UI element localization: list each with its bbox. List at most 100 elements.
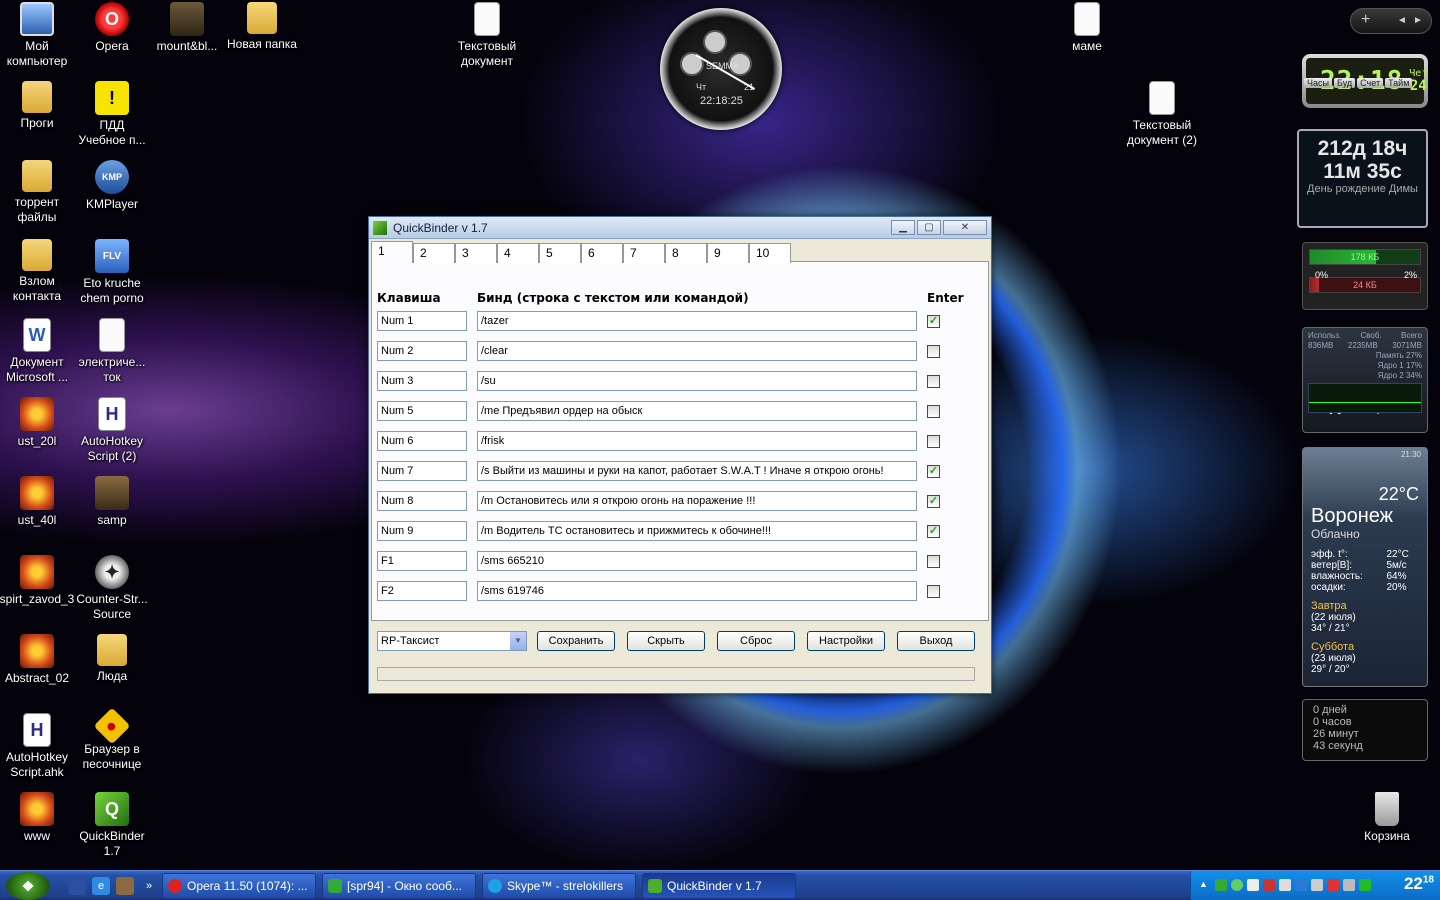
enter-checkbox[interactable]: ✓: [927, 465, 940, 478]
key-field[interactable]: Num 5: [377, 401, 467, 421]
desktop-icon[interactable]: Корзина: [1345, 792, 1429, 844]
language-flag-icon[interactable]: [1327, 879, 1339, 891]
key-field[interactable]: F1: [377, 551, 467, 571]
taskbar-item-chat[interactable]: [spr94] - Окно сооб...: [322, 873, 476, 899]
desktop-icon[interactable]: Текстовый документ (2): [1120, 81, 1204, 148]
chevron-down-icon[interactable]: ▼: [510, 632, 526, 650]
tab-1[interactable]: 1: [371, 241, 413, 263]
desktop-icon[interactable]: Текстовый документ: [445, 2, 529, 69]
quicklaunch-more-icon[interactable]: »: [140, 877, 158, 895]
enter-checkbox[interactable]: [927, 555, 940, 568]
desktop-icon[interactable]: www: [0, 792, 79, 844]
volume-icon[interactable]: [1343, 879, 1355, 891]
tab-7[interactable]: 7: [623, 243, 665, 263]
save-button[interactable]: Сохранить: [537, 631, 615, 651]
clock-tab[interactable]: Часы: [1304, 78, 1332, 88]
enter-checkbox[interactable]: ✓: [927, 315, 940, 328]
minimize-button[interactable]: ▁: [891, 220, 915, 235]
tray-expand-icon[interactable]: ▲: [1199, 879, 1211, 891]
key-field[interactable]: Num 1: [377, 311, 467, 331]
enter-checkbox[interactable]: [927, 405, 940, 418]
settings-button[interactable]: Настройки: [807, 631, 885, 651]
enter-checkbox[interactable]: [927, 345, 940, 358]
taskbar-item-skype[interactable]: Skype™ - strelokillers: [482, 873, 636, 899]
tray-app-icon[interactable]: [1247, 879, 1259, 891]
game-icon[interactable]: [116, 877, 134, 895]
desktop-icon[interactable]: Проги: [0, 81, 79, 131]
clock-tab[interactable]: Тайм: [1385, 78, 1413, 88]
enter-checkbox[interactable]: [927, 435, 940, 448]
desktop-icon[interactable]: Abstract_02: [0, 634, 79, 686]
desktop-icon[interactable]: маме: [1045, 2, 1129, 54]
show-desktop-icon[interactable]: [68, 877, 86, 895]
key-field[interactable]: Num 3: [377, 371, 467, 391]
profile-select[interactable]: RP-Таксист ▼: [377, 631, 527, 651]
bind-field[interactable]: /sms 665210: [477, 551, 917, 571]
desktop-icon[interactable]: mount&bl...: [145, 2, 229, 54]
desktop-icon[interactable]: Взлом контакта: [0, 239, 79, 304]
bind-field[interactable]: /m Остановитесь или я открою огонь на по…: [477, 491, 917, 511]
maximize-button[interactable]: ▢: [917, 220, 941, 235]
close-button[interactable]: ✕: [943, 220, 987, 235]
desktop-icon[interactable]: W Документ Microsoft ...: [0, 318, 79, 385]
desktop-icon[interactable]: электриче... ток: [70, 318, 154, 385]
sidebar-controls[interactable]: + ◄ ►: [1350, 8, 1432, 34]
desktop-icon[interactable]: торрент файлы: [0, 160, 79, 225]
reset-button[interactable]: Сброс: [717, 631, 795, 651]
tab-10[interactable]: 10: [749, 243, 791, 263]
desktop-icon[interactable]: spirt_zavod_3: [0, 555, 79, 607]
bind-field[interactable]: /sms 619746: [477, 581, 917, 601]
bind-field[interactable]: /su: [477, 371, 917, 391]
enter-checkbox[interactable]: [927, 585, 940, 598]
clock-tab[interactable]: Счет: [1357, 78, 1384, 88]
window-titlebar[interactable]: QuickBinder v 1.7 ▁ ▢ ✕: [369, 217, 991, 239]
desktop-icon[interactable]: FLV Eto kruche chem porno: [70, 239, 154, 306]
enter-checkbox[interactable]: ✓: [927, 525, 940, 538]
network-icon[interactable]: [1279, 879, 1291, 891]
desktop-icon[interactable]: Новая папка: [220, 2, 304, 52]
key-field[interactable]: Num 9: [377, 521, 467, 541]
tray-app-icon[interactable]: [1231, 879, 1243, 891]
hide-button[interactable]: Скрыть: [627, 631, 705, 651]
tray-app-icon[interactable]: [1311, 879, 1323, 891]
tab-8[interactable]: 8: [665, 243, 707, 263]
enter-checkbox[interactable]: ✓: [927, 495, 940, 508]
tray-app-icon[interactable]: [1295, 879, 1307, 891]
desktop-icon[interactable]: ust_20l: [0, 397, 79, 449]
key-field[interactable]: Num 8: [377, 491, 467, 511]
desktop-icon[interactable]: Люда: [70, 634, 154, 684]
desktop-icon[interactable]: samp: [70, 476, 154, 528]
desktop-icon[interactable]: H AutoHotkey Script (2): [70, 397, 154, 464]
tray-app-icon[interactable]: [1263, 879, 1275, 891]
tray-app-icon[interactable]: [1215, 879, 1227, 891]
desktop-icon[interactable]: Мой компьютер: [0, 2, 79, 69]
bind-field[interactable]: /frisk: [477, 431, 917, 451]
desktop-icon[interactable]: KMP KMPlayer: [70, 160, 154, 212]
key-field[interactable]: Num 6: [377, 431, 467, 451]
next-icon[interactable]: ►: [1413, 15, 1423, 26]
desktop-icon[interactable]: ! ПДД Учебное п...: [70, 81, 154, 148]
taskbar-item-quickbinder[interactable]: QuickBinder v 1.7: [642, 873, 796, 899]
bind-field[interactable]: /me Предъявил ордер на обыск: [477, 401, 917, 421]
desktop-icon[interactable]: ● Браузер в песочнице: [70, 707, 154, 772]
tab-5[interactable]: 5: [539, 243, 581, 263]
exit-button[interactable]: Выход: [897, 631, 975, 651]
tab-6[interactable]: 6: [581, 243, 623, 263]
desktop-icon[interactable]: ✦ Counter-Str... Source: [70, 555, 154, 622]
taskbar-item-opera[interactable]: Opera 11.50 (1074): ...: [162, 873, 316, 899]
clock-tab[interactable]: Буд: [1333, 78, 1356, 88]
prev-icon[interactable]: ◄: [1397, 15, 1407, 26]
desktop-icon[interactable]: O Opera: [70, 2, 154, 54]
bind-field[interactable]: /m Водитель ТС остановитесь и прижмитесь…: [477, 521, 917, 541]
desktop-icon[interactable]: ust_40l: [0, 476, 79, 528]
desktop-icon[interactable]: Q QuickBinder 1.7: [70, 792, 154, 859]
key-field[interactable]: F2: [377, 581, 467, 601]
enter-checkbox[interactable]: [927, 375, 940, 388]
bind-field[interactable]: /s Выйти из машины и руки на капот, рабо…: [477, 461, 917, 481]
tab-9[interactable]: 9: [707, 243, 749, 263]
tab-2[interactable]: 2: [413, 243, 455, 263]
key-field[interactable]: Num 7: [377, 461, 467, 481]
desktop-icon[interactable]: H AutoHotkey Script.ahk: [0, 713, 79, 780]
internet-explorer-icon[interactable]: e: [92, 877, 110, 895]
key-field[interactable]: Num 2: [377, 341, 467, 361]
